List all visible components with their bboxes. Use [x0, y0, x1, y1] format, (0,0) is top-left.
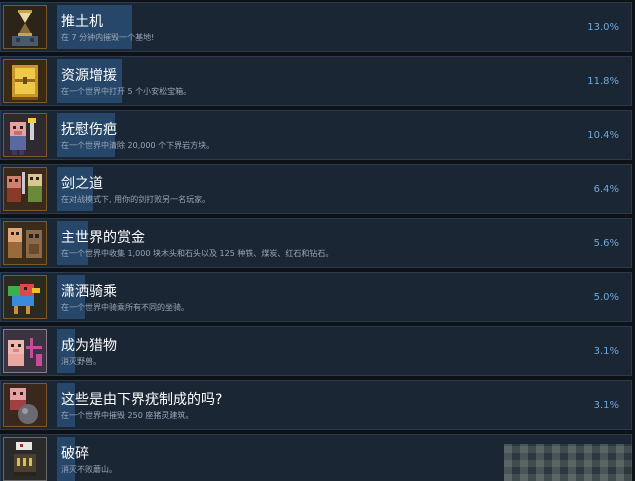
achievement-description: 消灭野兽。 [61, 357, 101, 366]
piglin-wrench-icon [3, 113, 47, 157]
resource-golem-icon [3, 221, 47, 265]
golden-chest-icon [3, 59, 47, 103]
achievement-description: 在一个世界中打开 5 个小安松宝箱。 [61, 87, 192, 96]
achievement-title: 资源增援 [61, 68, 117, 84]
unlock-percentage: 3.1% [593, 400, 619, 411]
achievement-row[interactable]: 剑之道 在对战模式下, 用你的剑打败另一名玩家。 6.4% [0, 164, 632, 214]
achievement-title: 主世界的赏金 [61, 230, 145, 246]
achievement-description: 在一个世界中骑乘所有不同的坐骑。 [61, 303, 189, 312]
achievement-title: 破碎 [61, 446, 89, 462]
unlock-percentage: 6.4% [593, 184, 619, 195]
achievement-description: 在一个世界中清除 20,000 个下界岩方块。 [61, 141, 215, 150]
achievement-title: 抚慰伤疤 [61, 122, 117, 138]
achievement-row[interactable]: 潇洒骑乘 在一个世界中骑乘所有不同的坐骑。 5.0% [0, 272, 632, 322]
achievement-description: 在一个世界中收集 1,000 块木头和石头以及 125 种铁、煤炭、红石和钻石。 [61, 249, 334, 258]
achievement-title: 潇洒骑乘 [61, 284, 117, 300]
achievement-row[interactable]: 成为猎物 消灭野兽。 3.1% [0, 326, 632, 376]
achievement-description: 消灭不败蘑山。 [61, 465, 117, 474]
unlock-percentage: 13.0% [587, 22, 619, 33]
unlock-percentage: 5.0% [593, 292, 619, 303]
achievement-list: 推土机 在 7 分钟内摧毁一个基地! 13.0% 资源增援 在一个世界中打开 5… [0, 0, 635, 481]
unlock-percentage: 11.8% [587, 76, 619, 87]
achievement-description: 在 7 分钟内摧毁一个基地! [61, 33, 155, 42]
piglin-cannonball-icon [3, 383, 47, 427]
pig-prey-icon [3, 329, 47, 373]
mushroom-structure-icon [3, 437, 47, 481]
achievement-description: 在一个世界中摧毁 250 座猪灵建筑。 [61, 411, 194, 420]
watermark-overlay [504, 444, 632, 481]
two-fighters-icon [3, 167, 47, 211]
unlock-percentage: 10.4% [587, 130, 619, 141]
achievement-description: 在对战模式下, 用你的剑打败另一名玩家。 [61, 195, 211, 204]
achievement-title: 这些是由下界疣制成的吗? [61, 392, 223, 408]
achievement-row[interactable]: 这些是由下界疣制成的吗? 在一个世界中摧毁 250 座猪灵建筑。 3.1% [0, 380, 632, 430]
unlock-percentage: 3.1% [593, 346, 619, 357]
achievement-title: 剑之道 [61, 176, 103, 192]
achievement-row[interactable]: 主世界的赏金 在一个世界中收集 1,000 块木头和石头以及 125 种铁、煤炭… [0, 218, 632, 268]
achievement-row[interactable]: 抚慰伤疤 在一个世界中清除 20,000 个下界岩方块。 10.4% [0, 110, 632, 160]
achievement-title: 推土机 [61, 14, 103, 30]
hourglass-tower-icon [3, 5, 47, 49]
bird-mount-icon [3, 275, 47, 319]
achievement-title: 成为猎物 [61, 338, 117, 354]
achievement-row[interactable]: 推土机 在 7 分钟内摧毁一个基地! 13.0% [0, 2, 632, 52]
achievement-row[interactable]: 资源增援 在一个世界中打开 5 个小安松宝箱。 11.8% [0, 56, 632, 106]
unlock-percentage: 5.6% [593, 238, 619, 249]
